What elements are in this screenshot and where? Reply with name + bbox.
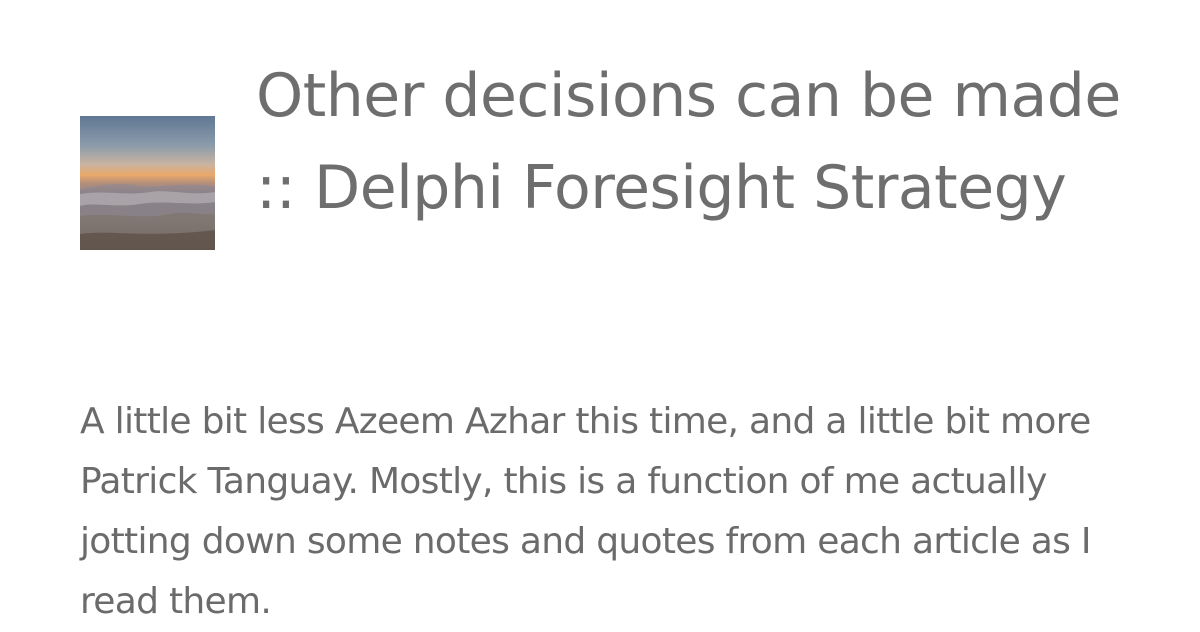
post-preview-card[interactable]: Other decisions can be made :: Delphi Fo… <box>0 0 1200 630</box>
post-title[interactable]: Other decisions can be made :: Delphi Fo… <box>256 50 1156 234</box>
post-excerpt: A little bit less Azeem Azhar this time,… <box>80 401 1092 622</box>
sunset-landscape-icon <box>80 116 215 250</box>
post-thumbnail-image[interactable] <box>80 116 215 250</box>
